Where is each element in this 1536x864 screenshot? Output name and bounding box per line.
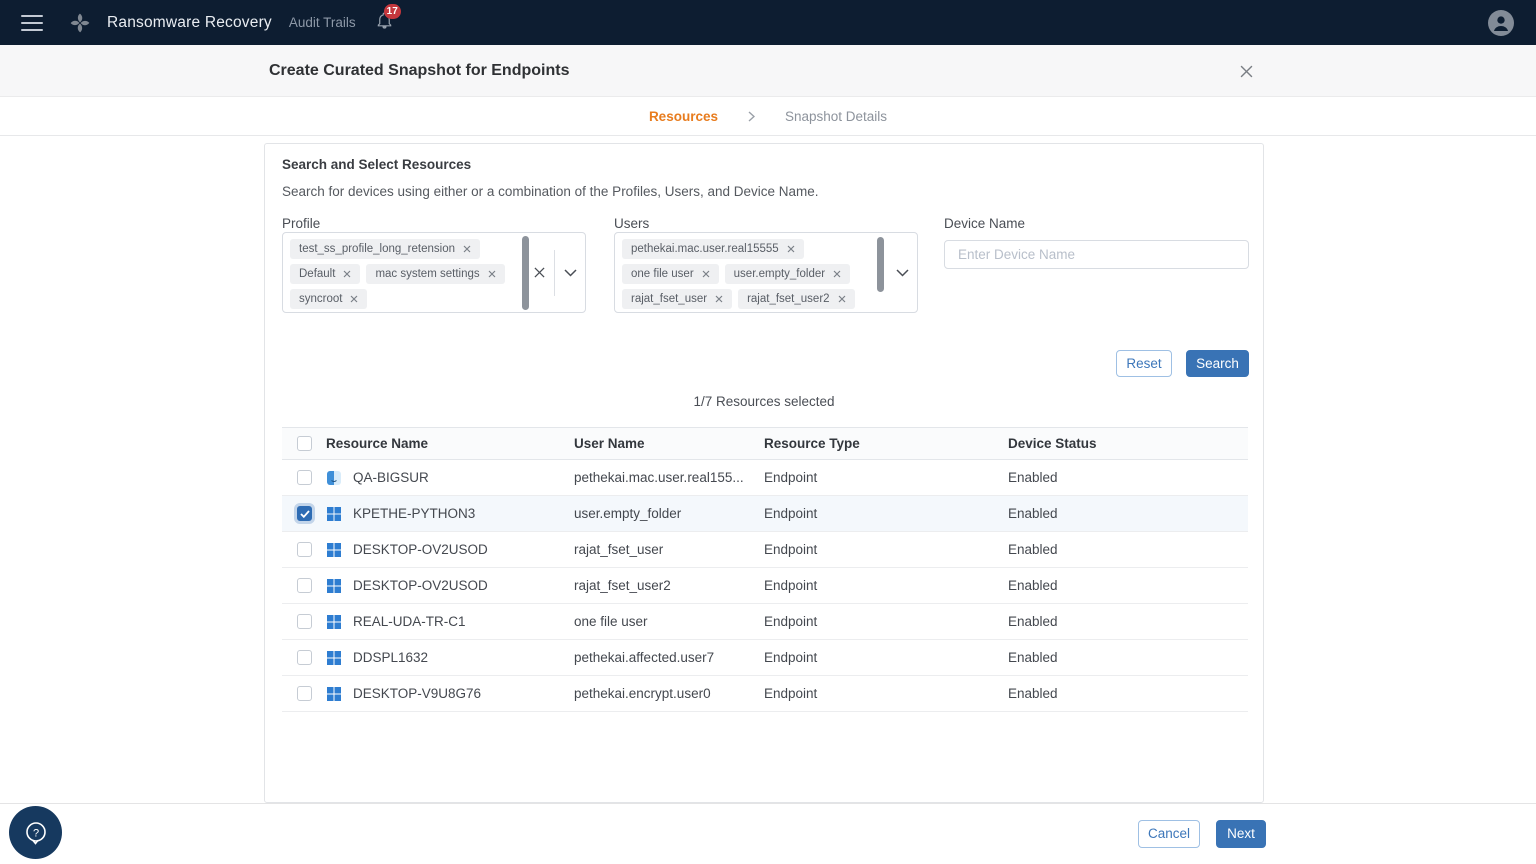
step-resources[interactable]: Resources <box>649 109 718 124</box>
chip-remove-icon[interactable] <box>702 270 710 278</box>
chip-remove-icon[interactable] <box>463 245 471 253</box>
app-logo-icon <box>70 13 90 32</box>
chip-remove-icon[interactable] <box>343 270 351 278</box>
table-row[interactable]: DESKTOP-OV2USOD rajat_fset_user Endpoint… <box>282 532 1248 568</box>
search-button[interactable]: Search <box>1186 350 1249 377</box>
resources-table: Resource Name User Name Resource Type De… <box>282 427 1248 712</box>
user-chip[interactable]: rajat_fset_user <box>622 289 733 309</box>
chevron-down-icon <box>563 268 577 277</box>
app-title: Ransomware Recovery <box>107 13 272 31</box>
profile-chip[interactable]: syncroot <box>290 289 368 309</box>
profile-dropdown-button[interactable] <box>555 233 585 312</box>
user-chip[interactable]: one file user <box>622 264 719 284</box>
profile-chip[interactable]: mac system settings <box>366 264 505 284</box>
row-checkbox[interactable] <box>297 686 312 701</box>
col-user-name: User Name <box>574 436 645 451</box>
windows-os-icon <box>327 614 341 629</box>
chip-remove-icon[interactable] <box>350 295 358 303</box>
chip-remove-icon[interactable] <box>715 295 723 303</box>
status-value: Enabled <box>1008 542 1058 557</box>
row-checkbox[interactable] <box>297 578 312 593</box>
clear-icon <box>533 267 545 278</box>
help-icon: ? <box>25 821 46 845</box>
chip-remove-icon[interactable] <box>488 270 496 278</box>
chip-remove-icon[interactable] <box>838 295 846 303</box>
step-snapshot-details[interactable]: Snapshot Details <box>785 109 887 124</box>
col-resource-type: Resource Type <box>764 436 860 451</box>
status-value: Enabled <box>1008 614 1058 629</box>
col-resource-name: Resource Name <box>326 436 429 451</box>
table-row[interactable]: DESKTOP-V9U8G76 pethekai.encrypt.user0 E… <box>282 676 1248 712</box>
user-chip[interactable]: rajat_fset_user2 <box>738 289 855 309</box>
next-button[interactable]: Next <box>1216 819 1266 848</box>
cancel-button[interactable]: Cancel <box>1138 819 1200 848</box>
status-value: Enabled <box>1008 470 1058 485</box>
table-row[interactable]: REAL-UDA-TR-C1 one file user Endpoint En… <box>282 604 1248 640</box>
table-header-row: Resource Name User Name Resource Type De… <box>282 427 1248 460</box>
notifications-button[interactable]: 17 <box>375 3 401 35</box>
close-icon <box>1240 65 1252 77</box>
windows-os-icon <box>327 650 341 665</box>
person-icon <box>1493 15 1509 31</box>
windows-os-icon <box>327 686 341 701</box>
section-heading: Search and Select Resources <box>282 157 472 172</box>
top-navbar: Ransomware Recovery Audit Trails 17 <box>0 0 1536 45</box>
dialog-title: Create Curated Snapshot for Endpoints <box>269 61 570 79</box>
status-value: Enabled <box>1008 686 1058 701</box>
hamburger-menu-icon[interactable] <box>21 14 43 31</box>
chevron-down-icon <box>895 268 909 277</box>
nav-item-audit-trails[interactable]: Audit Trails <box>289 15 356 30</box>
dialog-header: Create Curated Snapshot for Endpoints <box>0 45 1536 97</box>
profile-multiselect[interactable]: test_ss_profile_long_retension Default m… <box>282 232 586 313</box>
check-icon <box>299 509 310 518</box>
dialog-close-button[interactable] <box>1232 45 1260 97</box>
wizard-stepper: Resources Snapshot Details <box>0 97 1536 136</box>
chip-remove-icon[interactable] <box>787 245 795 253</box>
users-dropdown-button[interactable] <box>887 233 917 312</box>
svg-text:?: ? <box>32 827 38 839</box>
profile-clear-button[interactable] <box>524 233 554 312</box>
table-row[interactable]: DESKTOP-OV2USOD rajat_fset_user2 Endpoin… <box>282 568 1248 604</box>
table-row[interactable]: QA-BIGSUR pethekai.mac.user.real155... E… <box>282 460 1248 496</box>
row-checkbox[interactable] <box>297 650 312 665</box>
row-checkbox[interactable] <box>297 614 312 629</box>
row-checkbox[interactable] <box>297 470 312 485</box>
profile-chip[interactable]: Default <box>290 264 361 284</box>
row-checkbox[interactable] <box>297 542 312 557</box>
selection-summary: 1/7 Resources selected <box>693 394 835 409</box>
user-chip[interactable]: user.empty_folder <box>724 264 851 284</box>
chevron-right-icon <box>748 110 755 122</box>
chip-remove-icon[interactable] <box>833 270 841 278</box>
user-chip[interactable]: pethekai.mac.user.real15555 <box>622 239 804 259</box>
users-label: Users <box>614 216 650 231</box>
row-checkbox[interactable] <box>297 506 312 521</box>
dialog-body: Search and Select Resources Search for d… <box>0 136 1536 803</box>
dialog-footer: Cancel Next <box>0 803 1536 863</box>
mac-os-icon <box>327 470 341 485</box>
table-row[interactable]: DDSPL1632 pethekai.affected.user7 Endpoi… <box>282 640 1248 676</box>
table-row[interactable]: KPETHE-PYTHON3 user.empty_folder Endpoin… <box>282 496 1248 532</box>
status-value: Enabled <box>1008 578 1058 593</box>
section-description: Search for devices using either or a com… <box>282 184 819 199</box>
resources-card: Search and Select Resources Search for d… <box>264 143 1264 803</box>
users-scrollbar[interactable] <box>877 237 884 292</box>
device-name-input[interactable] <box>944 240 1249 269</box>
status-value: Enabled <box>1008 650 1058 665</box>
user-avatar[interactable] <box>1488 9 1514 36</box>
device-name-label: Device Name <box>944 216 1026 231</box>
help-button[interactable]: ? <box>9 806 62 859</box>
windows-os-icon <box>327 542 341 557</box>
profile-chip[interactable]: test_ss_profile_long_retension <box>290 239 480 259</box>
notification-badge: 17 <box>383 3 401 19</box>
col-device-status: Device Status <box>1008 436 1097 451</box>
reset-button[interactable]: Reset <box>1116 350 1172 377</box>
profile-label: Profile <box>282 216 321 231</box>
windows-os-icon <box>327 578 341 593</box>
select-all-checkbox[interactable] <box>297 436 312 451</box>
windows-os-icon <box>327 506 341 521</box>
status-value: Enabled <box>1008 506 1058 521</box>
users-multiselect[interactable]: pethekai.mac.user.real15555 one file use… <box>614 232 918 313</box>
